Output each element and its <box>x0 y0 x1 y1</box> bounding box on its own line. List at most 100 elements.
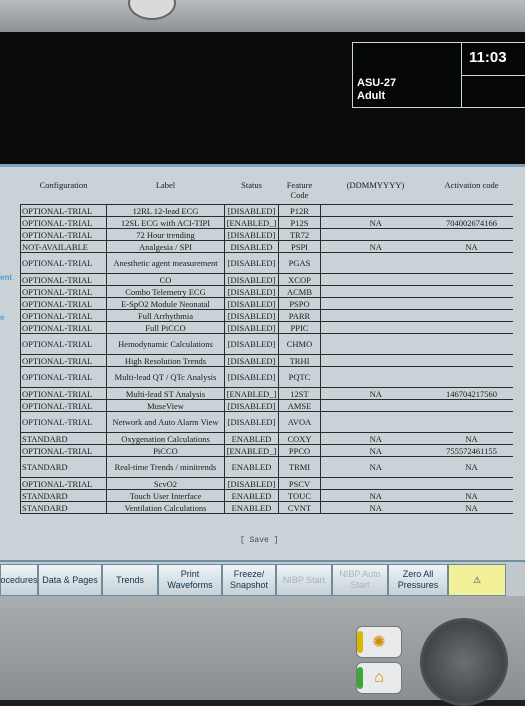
activation-code-cell[interactable]: NA <box>430 456 513 478</box>
activation-code-cell[interactable] <box>430 285 513 298</box>
status-cell: [DISABLED] <box>224 252 279 274</box>
column-header: Status <box>224 178 279 205</box>
status-cell: [DISABLED] <box>224 321 279 334</box>
expiration-cell[interactable]: NA <box>320 444 431 457</box>
table-row[interactable]: OPTIONAL-TRIAL Anesthetic agent measureme… <box>20 252 513 274</box>
table-row[interactable]: OPTIONAL-TRIAL CO [DISABLED] XCOP <box>20 273 513 286</box>
expiration-cell[interactable]: NA <box>320 387 431 400</box>
expiration-cell[interactable] <box>320 252 431 274</box>
expiration-cell[interactable] <box>320 366 431 388</box>
save-button[interactable]: [ Save ] <box>240 536 278 545</box>
activation-code-cell[interactable] <box>430 297 513 310</box>
table-row[interactable]: OPTIONAL-TRIAL E-SpO2 Module Neonatal [DIS… <box>20 297 513 310</box>
freeze-snapshot-button[interactable]: Freeze/ Snapshot <box>222 564 276 596</box>
activation-code-cell[interactable] <box>430 252 513 274</box>
expiration-cell[interactable]: NA <box>320 432 431 445</box>
nibp-start-button[interactable]: NIBP Start <box>276 564 332 596</box>
trim-knob[interactable] <box>420 618 508 706</box>
activation-code-cell[interactable]: 755572461155 <box>430 444 513 457</box>
activation-code-cell[interactable] <box>430 477 513 490</box>
table-row[interactable]: OPTIONAL-TRIAL Network and Auto Alarm Vie… <box>20 411 513 433</box>
expiration-cell[interactable] <box>320 297 431 310</box>
expiration-cell[interactable] <box>320 411 431 433</box>
expiration-cell[interactable] <box>320 477 431 490</box>
feature-code-cell: PPIC <box>278 321 321 334</box>
print-waveforms-button[interactable]: Print Waveforms <box>158 564 222 596</box>
expiration-cell[interactable] <box>320 285 431 298</box>
table-row[interactable]: STANDARD Touch User Interface ENABLED TOUC N… <box>20 489 513 502</box>
expiration-cell[interactable]: NA <box>320 456 431 478</box>
config-cell: OPTIONAL-TRIAL <box>20 228 107 241</box>
procedures-button[interactable]: ocedures <box>0 564 38 596</box>
trends-button[interactable]: Trends <box>102 564 158 596</box>
table-row[interactable]: OPTIONAL-TRIAL Hemodynamic Calculations [D… <box>20 333 513 355</box>
config-cell: OPTIONAL-TRIAL <box>20 285 107 298</box>
status-cell: [DISABLED] <box>224 411 279 433</box>
activation-code-cell[interactable]: NA <box>430 240 513 253</box>
activation-code-cell[interactable] <box>430 399 513 412</box>
expiration-cell[interactable] <box>320 273 431 286</box>
patient-info-box[interactable]: 11:03 ASU-27 Adult <box>352 42 525 108</box>
activation-code-cell[interactable]: NA <box>430 489 513 502</box>
expiration-cell[interactable] <box>320 354 431 367</box>
table-row[interactable]: STANDARD Real-time Trends / minitrends ENA… <box>20 456 513 478</box>
table-row[interactable]: OPTIONAL-TRIAL 72 Hour trending [DISABLED]… <box>20 228 513 241</box>
activation-code-cell[interactable] <box>430 309 513 322</box>
table-row[interactable]: NOT-AVAILABLE Analgesia / SPI DISABLED PSPI… <box>20 240 513 253</box>
expiration-cell[interactable]: NA <box>320 501 431 514</box>
side-label: ent <box>0 273 12 282</box>
expiration-cell[interactable]: NA <box>320 240 431 253</box>
expiration-cell[interactable] <box>320 321 431 334</box>
activation-code-cell[interactable] <box>430 228 513 241</box>
status-cell: [DISABLED] <box>224 333 279 355</box>
table-row[interactable]: OPTIONAL-TRIAL 12RL 12-lead ECG [DISABLED]… <box>20 204 513 217</box>
table-row[interactable]: OPTIONAL-TRIAL 12SL ECG with ACI-TIPI [ENA… <box>20 216 513 229</box>
table-row[interactable]: STANDARD Oxygenation Calculations ENABLED C… <box>20 432 513 445</box>
activation-code-cell[interactable] <box>430 411 513 433</box>
table-row[interactable]: OPTIONAL-TRIAL Multi-lead QT / QTc Analys… <box>20 366 513 388</box>
table-row[interactable]: STANDARD Ventilation Calculations ENABLED C… <box>20 501 513 514</box>
activation-code-cell[interactable] <box>430 354 513 367</box>
data-pages-button[interactable]: Data & Pages <box>38 564 102 596</box>
table-row[interactable]: OPTIONAL-TRIAL Multi-lead ST Analysis [ENA… <box>20 387 513 400</box>
expiration-cell[interactable] <box>320 228 431 241</box>
activation-code-cell[interactable]: 146704217560 <box>430 387 513 400</box>
expiration-cell[interactable]: NA <box>320 489 431 502</box>
table-row[interactable]: OPTIONAL-TRIAL ScvO2 [DISABLED] PSCV <box>20 477 513 490</box>
label-cell: Analgesia / SPI <box>106 240 225 253</box>
table-row[interactable]: OPTIONAL-TRIAL High Resolution Trends [DIS… <box>20 354 513 367</box>
config-cell: OPTIONAL-TRIAL <box>20 444 107 457</box>
feature-code-cell: PPCO <box>278 444 321 457</box>
activation-code-cell[interactable]: NA <box>430 432 513 445</box>
table-row[interactable]: OPTIONAL-TRIAL Combo Telemetry ECG [DISABL… <box>20 285 513 298</box>
expiration-cell[interactable] <box>320 204 431 217</box>
activation-code-cell[interactable] <box>430 204 513 217</box>
expiration-cell[interactable] <box>320 399 431 412</box>
activation-code-cell[interactable] <box>430 273 513 286</box>
expiration-cell[interactable] <box>320 333 431 355</box>
table-row[interactable]: OPTIONAL-TRIAL Full PiCCO [DISABLED] PPIC <box>20 321 513 334</box>
home-hw-button[interactable]: ⌂ <box>356 662 402 694</box>
activation-code-cell[interactable] <box>430 333 513 355</box>
expiration-cell[interactable] <box>320 309 431 322</box>
expiration-cell[interactable]: NA <box>320 216 431 229</box>
feature-code-cell: COXY <box>278 432 321 445</box>
column-header: (DDMMYYYY) <box>320 178 431 205</box>
zero-all-pressures-button[interactable]: Zero All Pressures <box>388 564 448 596</box>
config-cell: OPTIONAL-TRIAL <box>20 333 107 355</box>
activation-code-cell[interactable] <box>430 366 513 388</box>
config-cell: STANDARD <box>20 489 107 502</box>
activation-code-cell[interactable]: NA <box>430 501 513 514</box>
activation-code-cell[interactable] <box>430 321 513 334</box>
activation-code-cell[interactable]: 704002674166 <box>430 216 513 229</box>
table-row[interactable]: OPTIONAL-TRIAL MuseView [DISABLED] AMSE <box>20 399 513 412</box>
status-cell: [ENABLED_] <box>224 444 279 457</box>
table-row[interactable]: OPTIONAL-TRIAL Full Arrhythmia [DISABLED] P… <box>20 309 513 322</box>
alarm-audio-pause-button[interactable]: ⚠ <box>448 564 506 596</box>
label-cell: Multi-lead ST Analysis <box>106 387 225 400</box>
config-cell: STANDARD <box>20 432 107 445</box>
alarm-silence-hw-button[interactable]: ✺ <box>356 626 402 658</box>
clock: 11:03 <box>469 49 507 66</box>
nibp-auto-start-button[interactable]: NIBP Auto Start <box>332 564 388 596</box>
table-row[interactable]: OPTIONAL-TRIAL PiCCO [ENABLED_] PPCO NA 75557… <box>20 444 513 457</box>
